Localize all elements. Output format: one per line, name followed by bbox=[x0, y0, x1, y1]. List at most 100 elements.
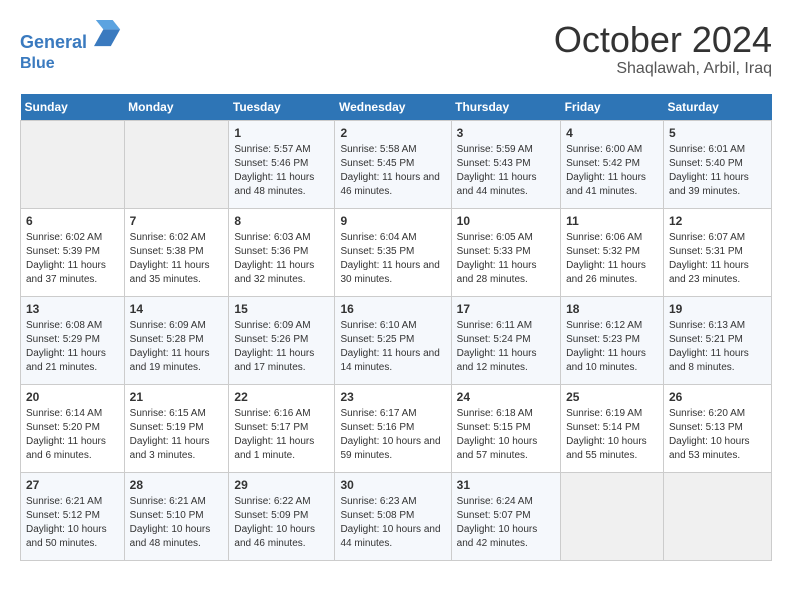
day-number: 23 bbox=[340, 389, 445, 406]
calendar-week-row: 27Sunrise: 6:21 AM Sunset: 5:12 PM Dayli… bbox=[21, 472, 772, 560]
calendar-cell: 28Sunrise: 6:21 AM Sunset: 5:10 PM Dayli… bbox=[124, 472, 229, 560]
day-number: 10 bbox=[457, 213, 555, 230]
calendar-cell: 26Sunrise: 6:20 AM Sunset: 5:13 PM Dayli… bbox=[663, 384, 771, 472]
day-info: Sunrise: 6:01 AM Sunset: 5:40 PM Dayligh… bbox=[669, 143, 766, 199]
calendar-cell bbox=[21, 120, 125, 208]
calendar-cell: 1Sunrise: 5:57 AM Sunset: 5:46 PM Daylig… bbox=[229, 120, 335, 208]
calendar-cell: 12Sunrise: 6:07 AM Sunset: 5:31 PM Dayli… bbox=[663, 208, 771, 296]
day-info: Sunrise: 6:03 AM Sunset: 5:36 PM Dayligh… bbox=[234, 231, 329, 287]
calendar-cell: 29Sunrise: 6:22 AM Sunset: 5:09 PM Dayli… bbox=[229, 472, 335, 560]
day-info: Sunrise: 6:02 AM Sunset: 5:38 PM Dayligh… bbox=[130, 231, 224, 287]
day-info: Sunrise: 5:58 AM Sunset: 5:45 PM Dayligh… bbox=[340, 143, 445, 199]
calendar-cell: 3Sunrise: 5:59 AM Sunset: 5:43 PM Daylig… bbox=[451, 120, 560, 208]
day-number: 7 bbox=[130, 213, 224, 230]
day-number: 17 bbox=[457, 301, 555, 318]
month-title: October 2024 bbox=[554, 20, 772, 60]
day-number: 12 bbox=[669, 213, 766, 230]
weekday-header: Tuesday bbox=[229, 94, 335, 121]
calendar-cell: 31Sunrise: 6:24 AM Sunset: 5:07 PM Dayli… bbox=[451, 472, 560, 560]
weekday-header: Thursday bbox=[451, 94, 560, 121]
day-number: 26 bbox=[669, 389, 766, 406]
calendar-cell: 19Sunrise: 6:13 AM Sunset: 5:21 PM Dayli… bbox=[663, 296, 771, 384]
day-number: 21 bbox=[130, 389, 224, 406]
calendar-cell: 13Sunrise: 6:08 AM Sunset: 5:29 PM Dayli… bbox=[21, 296, 125, 384]
day-info: Sunrise: 6:23 AM Sunset: 5:08 PM Dayligh… bbox=[340, 495, 445, 551]
logo-text-blue: Blue bbox=[20, 54, 122, 73]
day-number: 22 bbox=[234, 389, 329, 406]
calendar-cell: 16Sunrise: 6:10 AM Sunset: 5:25 PM Dayli… bbox=[335, 296, 451, 384]
day-info: Sunrise: 6:02 AM Sunset: 5:39 PM Dayligh… bbox=[26, 231, 119, 287]
logo-text: General bbox=[20, 20, 122, 54]
weekday-header: Friday bbox=[561, 94, 664, 121]
day-info: Sunrise: 6:09 AM Sunset: 5:28 PM Dayligh… bbox=[130, 319, 224, 375]
day-number: 29 bbox=[234, 477, 329, 494]
location: Shaqlawah, Arbil, Iraq bbox=[554, 60, 772, 78]
calendar-cell: 8Sunrise: 6:03 AM Sunset: 5:36 PM Daylig… bbox=[229, 208, 335, 296]
logo: General Blue bbox=[20, 20, 122, 73]
day-info: Sunrise: 6:21 AM Sunset: 5:12 PM Dayligh… bbox=[26, 495, 119, 551]
day-info: Sunrise: 6:12 AM Sunset: 5:23 PM Dayligh… bbox=[566, 319, 658, 375]
calendar-cell: 18Sunrise: 6:12 AM Sunset: 5:23 PM Dayli… bbox=[561, 296, 664, 384]
calendar-cell: 27Sunrise: 6:21 AM Sunset: 5:12 PM Dayli… bbox=[21, 472, 125, 560]
day-info: Sunrise: 6:14 AM Sunset: 5:20 PM Dayligh… bbox=[26, 407, 119, 463]
day-info: Sunrise: 6:00 AM Sunset: 5:42 PM Dayligh… bbox=[566, 143, 658, 199]
day-info: Sunrise: 5:57 AM Sunset: 5:46 PM Dayligh… bbox=[234, 143, 329, 199]
calendar-cell: 9Sunrise: 6:04 AM Sunset: 5:35 PM Daylig… bbox=[335, 208, 451, 296]
calendar-week-row: 6Sunrise: 6:02 AM Sunset: 5:39 PM Daylig… bbox=[21, 208, 772, 296]
weekday-header: Monday bbox=[124, 94, 229, 121]
day-number: 31 bbox=[457, 477, 555, 494]
day-number: 25 bbox=[566, 389, 658, 406]
day-number: 2 bbox=[340, 125, 445, 142]
day-number: 16 bbox=[340, 301, 445, 318]
day-info: Sunrise: 6:06 AM Sunset: 5:32 PM Dayligh… bbox=[566, 231, 658, 287]
day-number: 1 bbox=[234, 125, 329, 142]
day-info: Sunrise: 6:24 AM Sunset: 5:07 PM Dayligh… bbox=[457, 495, 555, 551]
day-number: 24 bbox=[457, 389, 555, 406]
calendar-cell: 25Sunrise: 6:19 AM Sunset: 5:14 PM Dayli… bbox=[561, 384, 664, 472]
day-number: 11 bbox=[566, 213, 658, 230]
day-number: 20 bbox=[26, 389, 119, 406]
calendar-cell: 21Sunrise: 6:15 AM Sunset: 5:19 PM Dayli… bbox=[124, 384, 229, 472]
day-info: Sunrise: 6:10 AM Sunset: 5:25 PM Dayligh… bbox=[340, 319, 445, 375]
calendar-cell: 24Sunrise: 6:18 AM Sunset: 5:15 PM Dayli… bbox=[451, 384, 560, 472]
day-number: 4 bbox=[566, 125, 658, 142]
day-number: 18 bbox=[566, 301, 658, 318]
day-number: 14 bbox=[130, 301, 224, 318]
day-info: Sunrise: 6:09 AM Sunset: 5:26 PM Dayligh… bbox=[234, 319, 329, 375]
day-info: Sunrise: 5:59 AM Sunset: 5:43 PM Dayligh… bbox=[457, 143, 555, 199]
calendar-cell bbox=[663, 472, 771, 560]
calendar-cell: 22Sunrise: 6:16 AM Sunset: 5:17 PM Dayli… bbox=[229, 384, 335, 472]
day-number: 30 bbox=[340, 477, 445, 494]
day-number: 8 bbox=[234, 213, 329, 230]
day-info: Sunrise: 6:08 AM Sunset: 5:29 PM Dayligh… bbox=[26, 319, 119, 375]
calendar-cell: 11Sunrise: 6:06 AM Sunset: 5:32 PM Dayli… bbox=[561, 208, 664, 296]
day-info: Sunrise: 6:15 AM Sunset: 5:19 PM Dayligh… bbox=[130, 407, 224, 463]
day-number: 15 bbox=[234, 301, 329, 318]
day-number: 28 bbox=[130, 477, 224, 494]
calendar-cell bbox=[124, 120, 229, 208]
day-number: 5 bbox=[669, 125, 766, 142]
calendar-cell: 6Sunrise: 6:02 AM Sunset: 5:39 PM Daylig… bbox=[21, 208, 125, 296]
calendar-cell: 23Sunrise: 6:17 AM Sunset: 5:16 PM Dayli… bbox=[335, 384, 451, 472]
day-number: 19 bbox=[669, 301, 766, 318]
day-info: Sunrise: 6:20 AM Sunset: 5:13 PM Dayligh… bbox=[669, 407, 766, 463]
calendar-cell: 4Sunrise: 6:00 AM Sunset: 5:42 PM Daylig… bbox=[561, 120, 664, 208]
weekday-header: Saturday bbox=[663, 94, 771, 121]
calendar-cell: 10Sunrise: 6:05 AM Sunset: 5:33 PM Dayli… bbox=[451, 208, 560, 296]
calendar-week-row: 20Sunrise: 6:14 AM Sunset: 5:20 PM Dayli… bbox=[21, 384, 772, 472]
day-info: Sunrise: 6:22 AM Sunset: 5:09 PM Dayligh… bbox=[234, 495, 329, 551]
day-info: Sunrise: 6:18 AM Sunset: 5:15 PM Dayligh… bbox=[457, 407, 555, 463]
weekday-header: Wednesday bbox=[335, 94, 451, 121]
logo-icon bbox=[94, 20, 122, 48]
calendar-cell: 20Sunrise: 6:14 AM Sunset: 5:20 PM Dayli… bbox=[21, 384, 125, 472]
day-info: Sunrise: 6:07 AM Sunset: 5:31 PM Dayligh… bbox=[669, 231, 766, 287]
day-info: Sunrise: 6:11 AM Sunset: 5:24 PM Dayligh… bbox=[457, 319, 555, 375]
day-info: Sunrise: 6:16 AM Sunset: 5:17 PM Dayligh… bbox=[234, 407, 329, 463]
day-number: 6 bbox=[26, 213, 119, 230]
calendar-cell: 17Sunrise: 6:11 AM Sunset: 5:24 PM Dayli… bbox=[451, 296, 560, 384]
day-info: Sunrise: 6:17 AM Sunset: 5:16 PM Dayligh… bbox=[340, 407, 445, 463]
calendar-cell: 15Sunrise: 6:09 AM Sunset: 5:26 PM Dayli… bbox=[229, 296, 335, 384]
day-number: 13 bbox=[26, 301, 119, 318]
day-number: 27 bbox=[26, 477, 119, 494]
calendar-cell: 7Sunrise: 6:02 AM Sunset: 5:38 PM Daylig… bbox=[124, 208, 229, 296]
